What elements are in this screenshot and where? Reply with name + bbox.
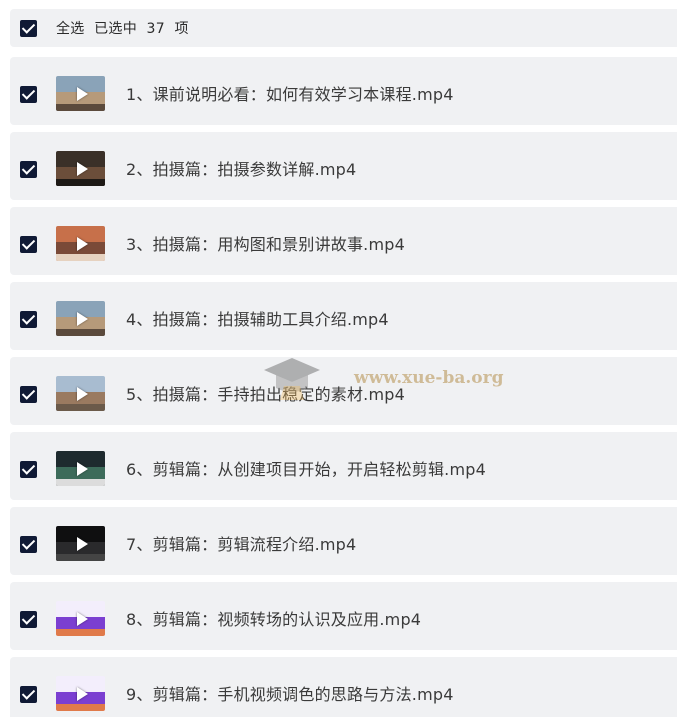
video-title[interactable]: 1、课前说明必看：如何有效学习本课程.mp4 (126, 81, 454, 105)
video-title[interactable]: 9、剪辑篇：手机视频调色的思路与方法.mp4 (126, 681, 454, 705)
video-title[interactable]: 4、拍摄篇：拍摄辅助工具介绍.mp4 (126, 306, 389, 330)
video-title[interactable]: 7、剪辑篇：剪辑流程介绍.mp4 (126, 531, 356, 555)
list-item[interactable]: 1、课前说明必看：如何有效学习本课程.mp4 (10, 57, 677, 125)
video-title[interactable]: 8、剪辑篇：视频转场的认识及应用.mp4 (126, 606, 421, 630)
selected-count: 37 (146, 21, 165, 37)
video-thumbnail[interactable] (56, 676, 105, 711)
item-checkbox[interactable] (20, 611, 37, 628)
item-checkbox[interactable] (20, 161, 37, 178)
video-thumbnail[interactable] (56, 151, 105, 186)
video-thumbnail[interactable] (56, 601, 105, 636)
thumbnail-scene (56, 179, 105, 186)
select-all-checkbox[interactable] (20, 19, 37, 37)
video-title[interactable]: 6、剪辑篇：从创建项目开始，开启轻松剪辑.mp4 (126, 456, 486, 480)
thumbnail-scene (56, 254, 105, 261)
list-item[interactable]: 7、剪辑篇：剪辑流程介绍.mp4 (10, 507, 677, 575)
item-checkbox[interactable] (20, 311, 37, 328)
list-item[interactable]: 2、拍摄篇：拍摄参数详解.mp4 (10, 132, 677, 200)
selected-unit: 项 (174, 21, 189, 37)
play-icon (76, 386, 88, 401)
item-checkbox[interactable] (20, 236, 37, 253)
list-item[interactable]: 5、拍摄篇：手持拍出稳定的素材.mp4 (10, 357, 677, 425)
select-all-bar: 全选 已选中 37 项 (10, 9, 677, 47)
play-icon (76, 311, 88, 326)
video-thumbnail[interactable] (56, 376, 105, 411)
item-checkbox[interactable] (20, 386, 37, 403)
thumbnail-scene (56, 329, 105, 336)
thumbnail-scene (56, 104, 105, 111)
play-icon (76, 536, 88, 551)
list-item[interactable]: 4、拍摄篇：拍摄辅助工具介绍.mp4 (10, 282, 677, 350)
video-title[interactable]: 3、拍摄篇：用构图和景别讲故事.mp4 (126, 231, 405, 255)
play-icon (76, 86, 88, 101)
thumbnail-scene (56, 704, 105, 711)
list-item[interactable]: 8、剪辑篇：视频转场的认识及应用.mp4 (10, 582, 677, 650)
thumbnail-scene (56, 404, 105, 411)
thumbnail-scene (56, 554, 105, 561)
play-icon (76, 611, 88, 626)
play-icon (76, 686, 88, 701)
play-icon (76, 461, 88, 476)
video-thumbnail[interactable] (56, 301, 105, 336)
selected-label: 已选中 (94, 21, 138, 37)
video-thumbnail[interactable] (56, 76, 105, 111)
list-item[interactable]: 9、剪辑篇：手机视频调色的思路与方法.mp4 (10, 657, 677, 717)
video-title[interactable]: 5、拍摄篇：手持拍出稳定的素材.mp4 (126, 381, 405, 405)
file-select-list: 全选 已选中 37 项 1、课前说明必看：如何有效学习本课程.mp4 2、拍摄篇：… (0, 0, 677, 717)
item-checkbox[interactable] (20, 686, 37, 703)
video-thumbnail[interactable] (56, 226, 105, 261)
list-item[interactable]: 6、剪辑篇：从创建项目开始，开启轻松剪辑.mp4 (10, 432, 677, 500)
thumbnail-scene (56, 479, 105, 486)
select-all-label: 全选 已选中 37 项 (56, 18, 189, 38)
play-icon (76, 161, 88, 176)
video-thumbnail[interactable] (56, 451, 105, 486)
item-checkbox[interactable] (20, 461, 37, 478)
video-title[interactable]: 2、拍摄篇：拍摄参数详解.mp4 (126, 156, 356, 180)
item-checkbox[interactable] (20, 536, 37, 553)
play-icon (76, 236, 88, 251)
item-checkbox[interactable] (20, 86, 37, 103)
thumbnail-scene (56, 629, 105, 636)
select-all-text[interactable]: 全选 (56, 21, 85, 37)
video-thumbnail[interactable] (56, 526, 105, 561)
list-item[interactable]: 3、拍摄篇：用构图和景别讲故事.mp4 (10, 207, 677, 275)
